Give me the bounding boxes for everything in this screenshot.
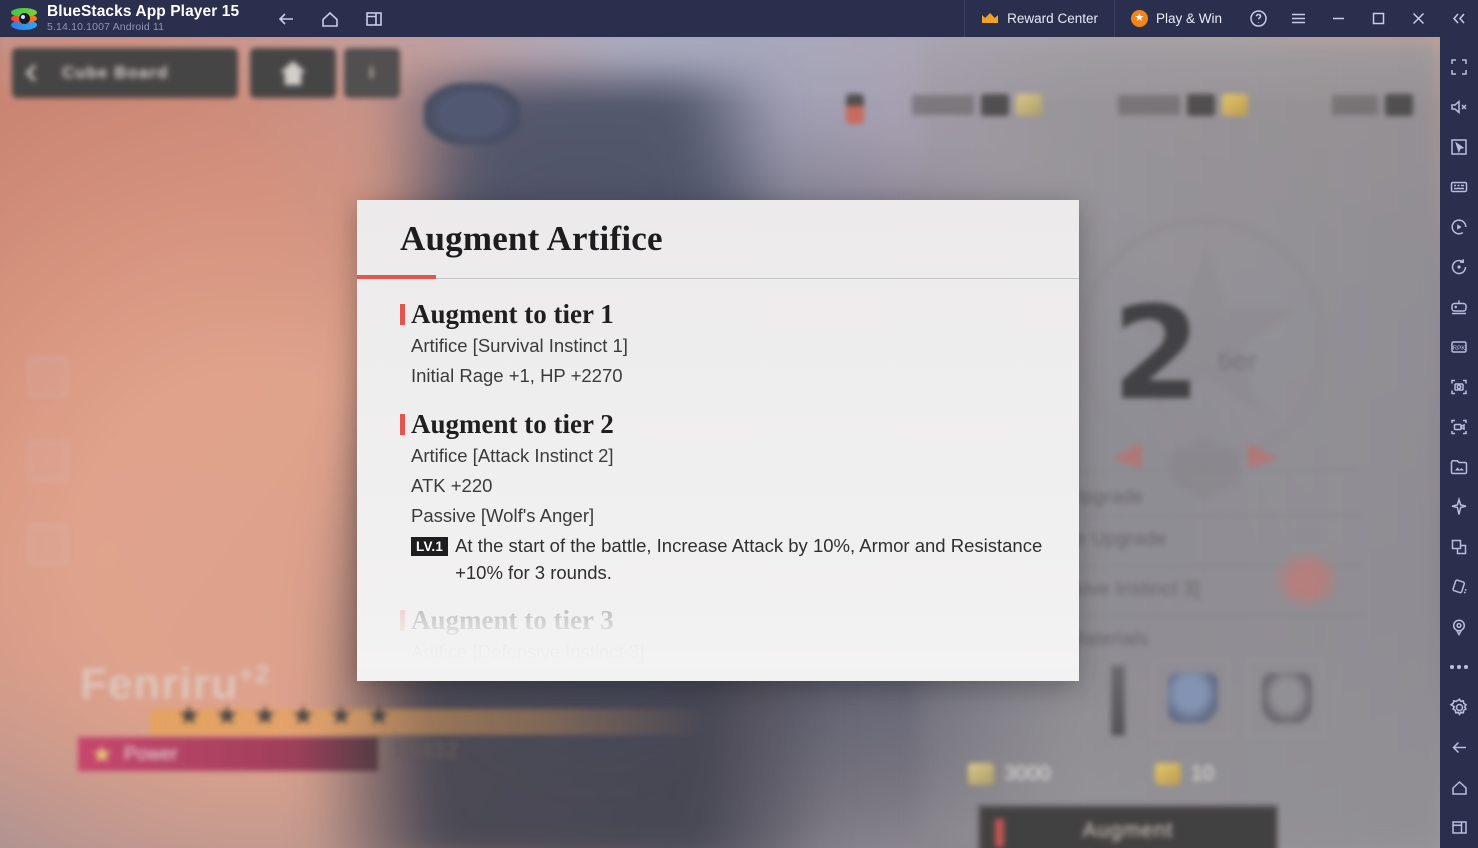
titlebar-right: Reward Center ★ Play & Win bbox=[964, 0, 1478, 37]
media-manager-icon[interactable] bbox=[1440, 447, 1478, 487]
fullscreen-icon[interactable] bbox=[1440, 47, 1478, 87]
window-buttons bbox=[1238, 0, 1478, 37]
location-icon[interactable] bbox=[1440, 607, 1478, 647]
star-badge-icon: ★ bbox=[1130, 10, 1148, 27]
tier-accent-bar-icon bbox=[400, 414, 405, 435]
record-screen-icon[interactable] bbox=[1440, 407, 1478, 447]
back-icon[interactable] bbox=[273, 6, 299, 32]
multi-instance-icon[interactable] bbox=[361, 6, 387, 32]
keymapping-icon[interactable] bbox=[1440, 167, 1478, 207]
tier-2-stat-1: Passive [Wolf's Anger] bbox=[411, 505, 595, 526]
tier-accent-bar-icon bbox=[400, 304, 405, 325]
tier-1-heading: Augment to tier 1 bbox=[411, 299, 614, 329]
android-recents-icon[interactable] bbox=[1440, 807, 1478, 847]
cursor-control-icon[interactable] bbox=[1440, 127, 1478, 167]
augment-artifice-dialog: Augment Artifice Augment to tier 1 Artif… bbox=[357, 200, 1079, 681]
titlebar-nav bbox=[273, 6, 387, 32]
reward-center-button[interactable]: Reward Center bbox=[964, 0, 1114, 37]
reward-center-label: Reward Center bbox=[1007, 11, 1098, 26]
multi-window-icon[interactable] bbox=[1440, 527, 1478, 567]
macro-recorder-icon[interactable] bbox=[1440, 207, 1478, 247]
tier-1-stat-0: Initial Rage +1, HP +2270 bbox=[411, 365, 623, 386]
bluestacks-logo-icon bbox=[11, 6, 37, 32]
android-home-icon[interactable] bbox=[1440, 767, 1478, 807]
app-version: 5.14.10.1007 Android 11 bbox=[47, 20, 165, 33]
bluestacks-window: Cube Board i 2 tier ...ion Upgrade ...ri… bbox=[0, 0, 1478, 848]
tier-1-artifice: Artifice [Survival Instinct 1] bbox=[411, 335, 628, 356]
tier-2-passive-row: LV.1 At the start of the battle, Increas… bbox=[411, 532, 1079, 586]
crown-icon bbox=[981, 12, 999, 25]
hamburger-menu-icon[interactable] bbox=[1278, 0, 1318, 37]
tier-2-artifice: Artifice [Attack Instinct 2] bbox=[411, 445, 614, 466]
tier-2-heading-row: Augment to tier 2 bbox=[400, 407, 1079, 441]
gamepad-icon[interactable] bbox=[1440, 287, 1478, 327]
close-icon[interactable] bbox=[1398, 0, 1438, 37]
titlebar-titles: BlueStacks App Player 15 5.14.10.1007 An… bbox=[47, 0, 239, 37]
tier-2-heading: Augment to tier 2 bbox=[411, 409, 614, 439]
tier-2-stat-0: ATK +220 bbox=[411, 475, 493, 496]
dialog-bottom-fade bbox=[357, 601, 1079, 667]
dialog-title: Augment Artifice bbox=[400, 219, 663, 258]
svg-text:RPK: RPK bbox=[1453, 345, 1467, 352]
double-chevron-left-icon[interactable] bbox=[1438, 0, 1478, 37]
titlebar: BlueStacks App Player 15 5.14.10.1007 An… bbox=[0, 0, 1478, 37]
tier-2-passive-text: At the start of the battle, Increase Att… bbox=[455, 535, 1043, 583]
more-icon[interactable] bbox=[1440, 647, 1478, 687]
maximize-icon[interactable] bbox=[1358, 0, 1398, 37]
home-icon[interactable] bbox=[317, 6, 343, 32]
rotate-icon[interactable] bbox=[1440, 247, 1478, 287]
bluestacks-sidebar: RPK bbox=[1440, 37, 1478, 848]
tier-block-1: Augment to tier 1 Artifice [Survival Ins… bbox=[357, 297, 1079, 391]
play-and-win-label: Play & Win bbox=[1155, 11, 1222, 26]
minimize-icon[interactable] bbox=[1318, 0, 1358, 37]
dialog-body[interactable]: Augment to tier 1 Artifice [Survival Ins… bbox=[357, 279, 1079, 667]
rpk-icon[interactable]: RPK bbox=[1440, 327, 1478, 367]
play-and-win-button[interactable]: ★ Play & Win bbox=[1113, 0, 1238, 37]
level-badge: LV.1 bbox=[411, 537, 449, 556]
tier-block-2: Augment to tier 2 Artifice [Attack Insti… bbox=[357, 407, 1079, 586]
tier-1-heading-row: Augment to tier 1 bbox=[400, 297, 1079, 331]
shake-icon[interactable] bbox=[1440, 567, 1478, 607]
dialog-header: Augment Artifice bbox=[357, 200, 1079, 279]
android-back-icon[interactable] bbox=[1440, 727, 1478, 767]
screenshot-icon[interactable] bbox=[1440, 367, 1478, 407]
mute-icon[interactable] bbox=[1440, 87, 1478, 127]
app-name: BlueStacks App Player 15 bbox=[47, 2, 240, 20]
help-circle-icon[interactable] bbox=[1238, 0, 1278, 37]
settings-icon[interactable] bbox=[1440, 687, 1478, 727]
eco-mode-icon[interactable] bbox=[1440, 487, 1478, 527]
